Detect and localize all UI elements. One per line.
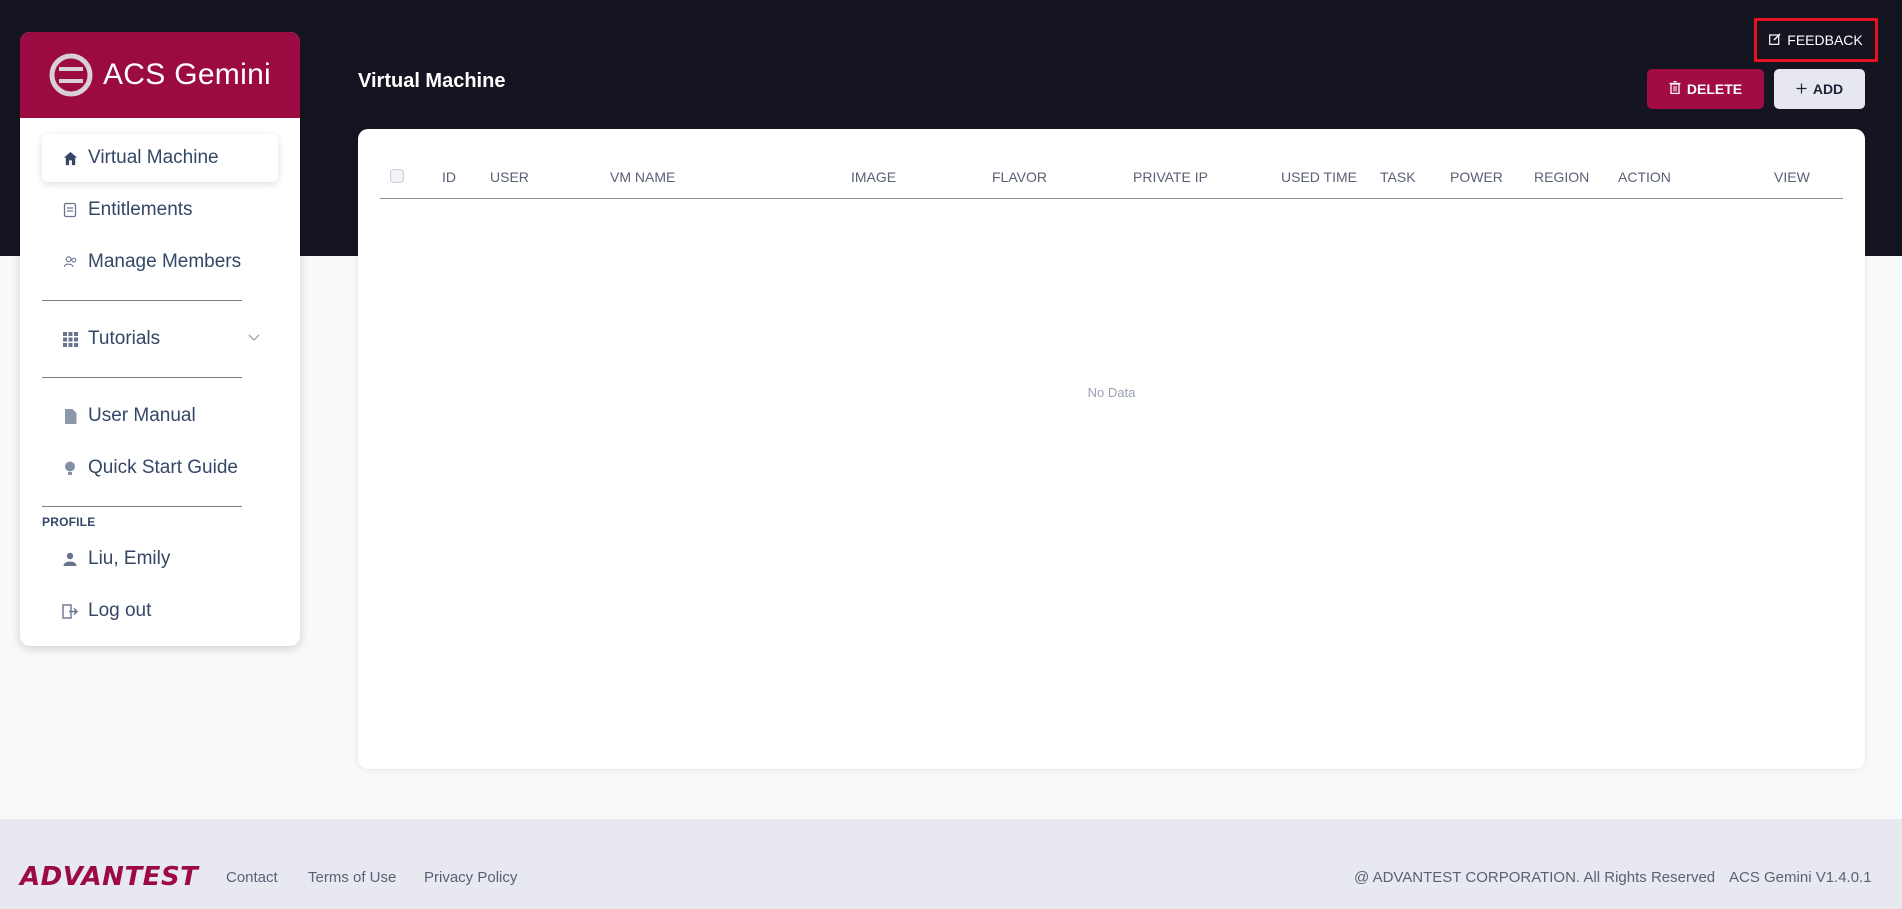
vm-table-card: ID USER VM NAME IMAGE FLAVOR PRIVATE IP …: [358, 129, 1865, 769]
sidebar-item-label: User Manual: [88, 405, 196, 426]
users-icon: [62, 254, 78, 270]
column-header-power[interactable]: POWER: [1450, 169, 1503, 185]
column-header-user[interactable]: USER: [490, 169, 529, 185]
column-header-private-ip[interactable]: PRIVATE IP: [1133, 169, 1208, 185]
sidebar-item-profile-user[interactable]: Liu, Emily: [42, 535, 278, 583]
table-header-row: ID USER VM NAME IMAGE FLAVOR PRIVATE IP …: [380, 151, 1843, 199]
sidebar: ACS Gemini Virtual Machine Entitlements …: [20, 32, 300, 646]
sidebar-divider: [42, 506, 242, 507]
select-all-checkbox[interactable]: [390, 169, 404, 183]
column-header-flavor[interactable]: FLAVOR: [992, 169, 1047, 185]
sidebar-item-label: Entitlements: [88, 199, 193, 220]
footer-link-contact[interactable]: Contact: [226, 869, 278, 886]
home-icon: [62, 150, 78, 166]
trash-icon: [1669, 81, 1681, 97]
delete-label: DELETE: [1686, 81, 1743, 97]
footer: ADVANTEST Contact Terms of Use Privacy P…: [0, 819, 1902, 909]
logout-label: Log out: [88, 600, 152, 621]
add-label: ADD: [1812, 81, 1844, 97]
feedback-label: FEEDBACK: [1787, 32, 1863, 48]
column-header-id[interactable]: ID: [442, 169, 456, 185]
sidebar-item-logout[interactable]: Log out: [42, 587, 278, 635]
document-icon: [62, 408, 78, 424]
user-name: Liu, Emily: [88, 548, 171, 569]
delete-button[interactable]: DELETE: [1647, 69, 1764, 109]
sidebar-item-quick-start-guide[interactable]: Quick Start Guide: [42, 444, 278, 492]
page-title: Virtual Machine: [358, 70, 506, 92]
sidebar-nav: Virtual Machine Entitlements Manage Memb…: [20, 118, 300, 635]
lightbulb-icon: [62, 460, 78, 476]
logout-icon: [62, 603, 78, 619]
feedback-button[interactable]: FEEDBACK: [1754, 18, 1878, 62]
empty-state-text: No Data: [1087, 385, 1136, 400]
user-icon: [62, 551, 78, 567]
grid-icon: [62, 331, 78, 347]
sidebar-divider: [42, 300, 242, 301]
plus-icon: [1796, 81, 1807, 97]
advantest-logo[interactable]: ADVANTEST: [20, 862, 198, 892]
acs-gemini-logo-icon: [49, 53, 93, 97]
sidebar-item-manage-members[interactable]: Manage Members: [42, 238, 278, 286]
sidebar-item-tutorials[interactable]: Tutorials: [42, 315, 278, 363]
sidebar-item-label: Tutorials: [88, 328, 161, 349]
column-header-vm-name[interactable]: VM NAME: [610, 169, 675, 185]
column-header-used-time[interactable]: USED TIME: [1281, 169, 1357, 185]
profile-section-label: PROFILE: [42, 515, 96, 529]
clipboard-icon: [62, 202, 78, 218]
chevron-down-icon: [248, 331, 260, 345]
sidebar-divider: [42, 377, 242, 378]
brand-header[interactable]: ACS Gemini: [20, 32, 300, 118]
sidebar-item-entitlements[interactable]: Entitlements: [42, 186, 278, 234]
sidebar-item-user-manual[interactable]: User Manual: [42, 392, 278, 440]
column-header-region[interactable]: REGION: [1534, 169, 1589, 185]
column-header-view[interactable]: VIEW: [1774, 169, 1810, 185]
version-text: ACS Gemini V1.4.0.1: [1729, 869, 1872, 886]
footer-link-privacy-policy[interactable]: Privacy Policy: [424, 869, 517, 886]
copyright-text: @ ADVANTEST CORPORATION. All Rights Rese…: [1354, 869, 1716, 886]
column-header-action[interactable]: ACTION: [1618, 169, 1671, 185]
column-header-task[interactable]: TASK: [1380, 169, 1416, 185]
column-header-image[interactable]: IMAGE: [851, 169, 896, 185]
edit-icon: [1769, 32, 1781, 48]
sidebar-item-label: Quick Start Guide: [88, 457, 238, 478]
add-button[interactable]: ADD: [1774, 69, 1865, 109]
brand-name: ACS Gemini: [102, 58, 272, 91]
sidebar-item-label: Manage Members: [88, 251, 242, 272]
sidebar-item-label: Virtual Machine: [88, 147, 219, 168]
sidebar-item-virtual-machine[interactable]: Virtual Machine: [42, 134, 278, 182]
footer-link-terms-of-use[interactable]: Terms of Use: [308, 869, 396, 886]
